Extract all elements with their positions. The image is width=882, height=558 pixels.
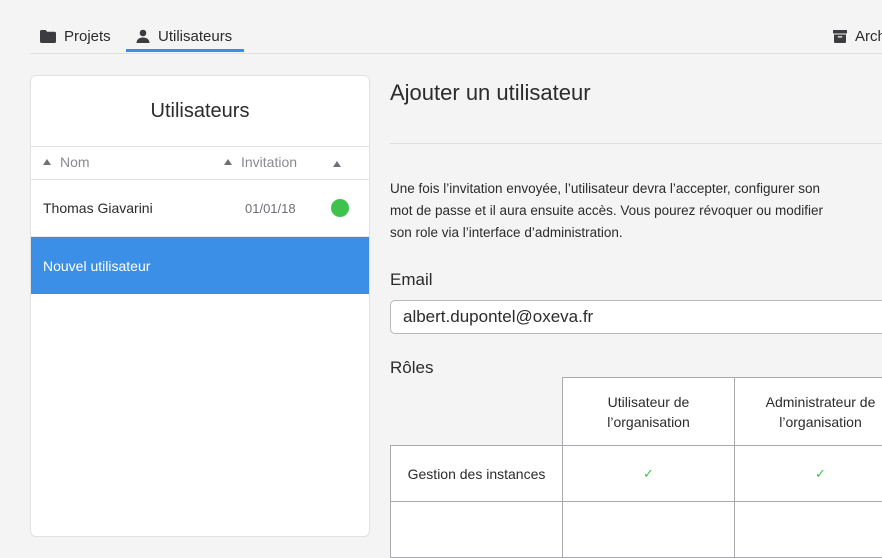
column-name-label: Nom	[60, 154, 90, 170]
page-title: Ajouter un utilisateur	[390, 80, 591, 105]
email-label: Email	[390, 270, 433, 289]
permission-label: Gestion des instances	[390, 445, 563, 502]
archive-icon	[833, 29, 847, 43]
sort-by-invitation[interactable]: Invitation	[224, 154, 297, 170]
check-icon: ✓	[815, 465, 826, 481]
roles-table-corner	[390, 377, 563, 446]
sort-asc-icon	[224, 159, 232, 165]
active-tab-indicator	[126, 49, 244, 52]
users-panel: Utilisateurs Nom Invitation Thomas Giava…	[30, 75, 370, 537]
archives-button[interactable]: Archives	[833, 26, 882, 46]
description-line: Une fois l’invitation envoyée, l’utilisa…	[390, 181, 820, 196]
description-line: mot de passe et il aura ensuite accès. V…	[390, 203, 823, 218]
role-header-line: Utilisateur de	[607, 393, 690, 410]
role-header-line: Administrateur de	[765, 393, 876, 410]
sort-asc-icon	[333, 161, 341, 167]
archives-label: Archives	[855, 27, 882, 45]
sort-by-status[interactable]	[333, 154, 350, 170]
permission-label	[390, 501, 563, 558]
users-table-header: Nom Invitation	[31, 147, 369, 180]
new-user-row[interactable]: Nouvel utilisateur	[31, 237, 369, 294]
status-dot-icon	[331, 199, 349, 217]
new-user-label: Nouvel utilisateur	[43, 258, 151, 274]
permission-cell-utilisateur[interactable]: ✓	[562, 445, 735, 502]
user-row[interactable]: Thomas Giavarini 01/01/18	[31, 180, 369, 237]
title-divider	[390, 143, 882, 144]
invitation-date: 01/01/18	[245, 201, 296, 216]
roles-label: Rôles	[390, 358, 434, 377]
permission-cell-administrateur[interactable]	[734, 501, 882, 558]
tab-projets-label: Projets	[64, 27, 111, 45]
role-header-line: l’organisation	[779, 413, 862, 430]
role-header-line: l’organisation	[607, 413, 690, 430]
tab-utilisateurs-label: Utilisateurs	[158, 27, 233, 45]
tab-utilisateurs[interactable]: Utilisateurs	[136, 26, 232, 46]
role-header-administrateur: Administrateur de l’organisation	[734, 377, 882, 446]
column-invitation-label: Invitation	[241, 154, 298, 170]
tab-projets[interactable]: Projets	[40, 26, 111, 46]
user-icon	[136, 29, 150, 43]
email-field[interactable]	[390, 300, 882, 334]
permission-cell-utilisateur[interactable]	[562, 501, 735, 558]
permission-cell-administrateur[interactable]: ✓	[734, 445, 882, 502]
sort-by-name[interactable]: Nom	[43, 154, 90, 170]
user-name: Thomas Giavarini	[43, 200, 153, 216]
sort-asc-icon	[43, 159, 51, 165]
top-nav: Projets Utilisateurs Archives	[30, 0, 882, 54]
folder-icon	[40, 29, 56, 43]
description-line: son role via l’interface d’administratio…	[390, 225, 623, 240]
check-icon: ✓	[643, 465, 654, 481]
form-description: Une fois l’invitation envoyée, l’utilisa…	[390, 178, 882, 244]
users-panel-title: Utilisateurs	[31, 76, 369, 147]
role-header-utilisateur: Utilisateur de l’organisation	[562, 377, 735, 446]
